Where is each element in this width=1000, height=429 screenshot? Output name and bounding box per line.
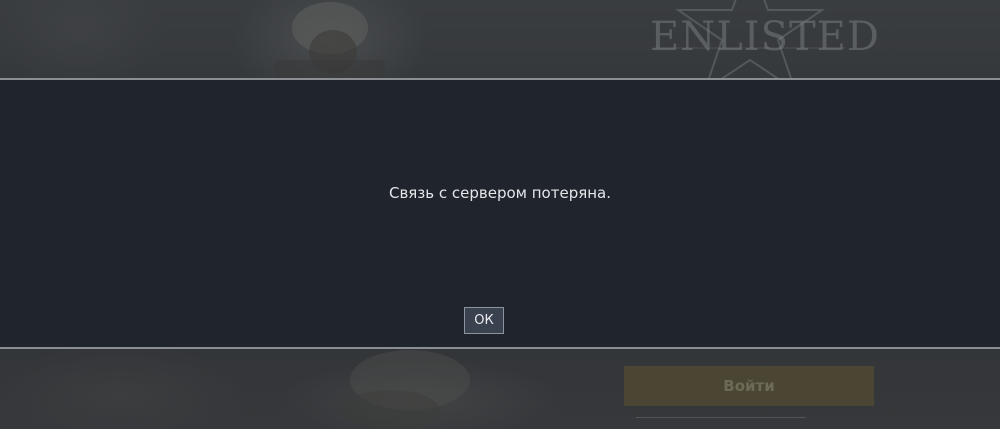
connection-lost-dialog: Связь с сервером потеряна. ОК — [0, 78, 1000, 349]
soldier-silhouette-bottom-image — [340, 350, 470, 429]
ok-button[interactable]: ОК — [464, 307, 504, 334]
login-button: Войти — [624, 366, 874, 406]
soldier-silhouette-image — [275, 2, 385, 78]
background-link — [636, 417, 806, 420]
enlisted-logo-text: ENLISTED — [650, 14, 880, 60]
dialog-message: Связь с сервером потеряна. — [388, 184, 612, 202]
